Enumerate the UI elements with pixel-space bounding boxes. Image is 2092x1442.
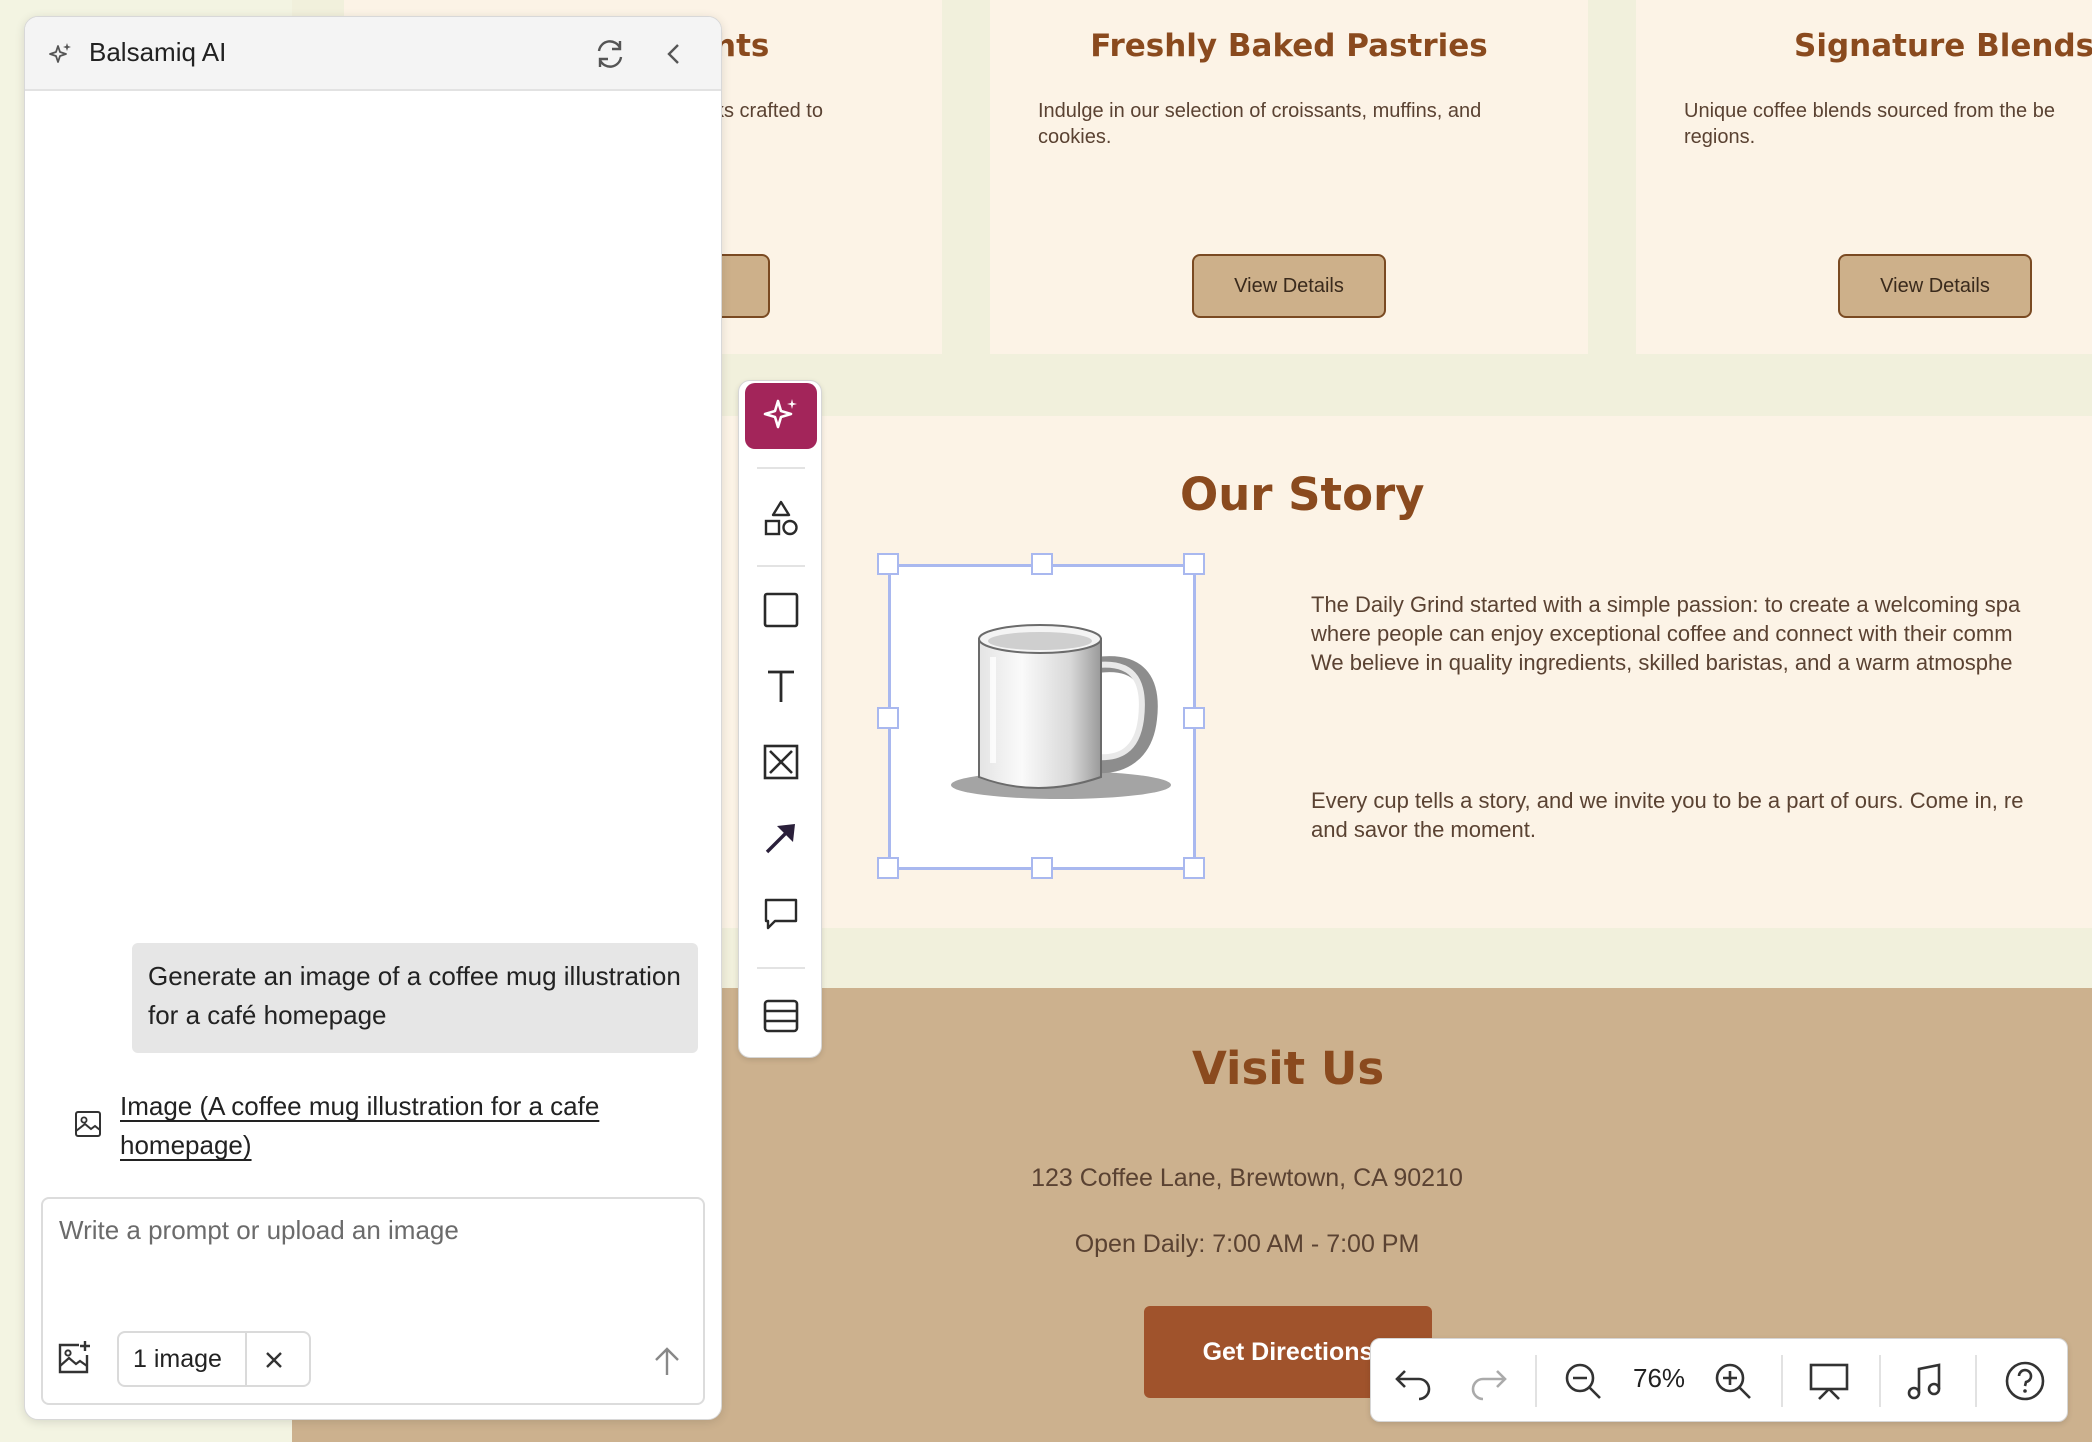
ai-panel-header: Balsamiq AI <box>25 17 721 91</box>
upload-image-button[interactable] <box>55 1339 93 1377</box>
collapse-panel-button[interactable] <box>657 37 691 71</box>
presentation-button[interactable] <box>1805 1357 1853 1405</box>
resize-handle-right[interactable] <box>1183 707 1205 729</box>
resize-handle-top-right[interactable] <box>1183 553 1205 575</box>
toolbar-divider <box>757 967 805 969</box>
redo-icon <box>1471 1370 1507 1401</box>
toolbar-divider <box>1975 1355 1977 1407</box>
toolbar-divider <box>757 467 805 469</box>
send-arrow-icon <box>655 1347 679 1375</box>
zoom-in-button[interactable] <box>1709 1357 1757 1405</box>
zoom-in-icon <box>1715 1363 1751 1399</box>
sparkle-icon <box>763 399 797 429</box>
balsamiq-ai-panel: Balsamiq AI Generate an image of a coffe… <box>24 16 722 1420</box>
card-title: Freshly Baked Pastries <box>1090 28 1488 64</box>
feature-card-3[interactable]: Signature Blends Unique coffee blends so… <box>1636 0 2092 354</box>
story-paragraph-1-line-3: We believe in quality ingredients, skill… <box>1311 650 2013 675</box>
card-description: Unique coffee blends sourced from the be… <box>1684 100 2055 148</box>
story-paragraph-1-line-2: where people can enjoy exceptional coffe… <box>1311 621 2013 646</box>
prompt-placeholder: Write a prompt or upload an image <box>59 1215 459 1245</box>
zoom-out-icon <box>1565 1363 1601 1399</box>
rectangle-tool-button[interactable] <box>745 577 817 643</box>
sparkle-icon <box>49 43 71 63</box>
text-icon <box>768 670 794 702</box>
text-tool-button[interactable] <box>745 653 817 719</box>
add-image-icon <box>58 1341 90 1374</box>
story-paragraph-2-line-2: and savor the moment. <box>1311 817 1537 842</box>
arrow-tool-button[interactable] <box>745 805 817 871</box>
chevron-left-icon <box>667 44 679 64</box>
send-button[interactable] <box>647 1341 687 1381</box>
resize-handle-top[interactable] <box>1031 553 1053 575</box>
attachment-count: 1 image <box>133 1345 222 1373</box>
toolbar-divider <box>757 565 805 567</box>
help-button[interactable] <box>2001 1357 2049 1405</box>
resize-handle-top-left[interactable] <box>877 553 899 575</box>
prompt-input[interactable]: Write a prompt or upload an image 1 imag… <box>41 1197 705 1405</box>
resize-handle-bottom-right[interactable] <box>1183 857 1205 879</box>
generated-image-link[interactable]: Image (A coffee mug illustration for a c… <box>120 1087 620 1165</box>
table-icon <box>763 999 799 1033</box>
resize-handle-bottom[interactable] <box>1031 857 1053 879</box>
bottom-toolbar: 76% <box>1370 1338 2068 1422</box>
card-title: Signature Blends <box>1794 28 2092 64</box>
resize-handle-bottom-left[interactable] <box>877 857 899 879</box>
image-placeholder-icon <box>763 744 799 780</box>
close-icon <box>266 1352 282 1368</box>
music-icon <box>1907 1363 1941 1400</box>
resize-handle-left[interactable] <box>877 707 899 729</box>
comment-icon <box>764 898 798 930</box>
story-paragraph-2-line-1: Every cup tells a story, and we invite y… <box>1311 788 2024 813</box>
image-icon <box>75 1111 101 1137</box>
music-button[interactable] <box>1901 1357 1949 1405</box>
coffee-mug-image[interactable] <box>877 553 1205 879</box>
shapes-tool-button[interactable] <box>745 485 817 551</box>
table-tool-button[interactable] <box>745 983 817 1049</box>
regenerate-button[interactable] <box>591 35 629 73</box>
card-description: ks crafted to <box>714 100 823 122</box>
user-message-bubble: Generate an image of a coffee mug illust… <box>132 943 698 1053</box>
refresh-icon <box>597 40 623 68</box>
shapes-icon <box>764 500 798 536</box>
help-icon <box>2005 1361 2045 1401</box>
arrow-icon <box>765 824 795 854</box>
comment-tool-button[interactable] <box>745 881 817 947</box>
presentation-icon <box>1809 1363 1849 1400</box>
feature-card-2[interactable]: Freshly Baked Pastries Indulge in our se… <box>990 0 1588 354</box>
undo-icon <box>1395 1370 1431 1401</box>
story-paragraph-1-line-1: The Daily Grind started with a simple pa… <box>1311 592 2021 617</box>
ai-tool-button[interactable] <box>745 383 817 449</box>
zoom-out-button[interactable] <box>1559 1357 1607 1405</box>
redo-button[interactable] <box>1465 1357 1513 1405</box>
toolbar-divider <box>1781 1355 1783 1407</box>
remove-attachment-button[interactable] <box>257 1343 291 1377</box>
chip-divider <box>245 1333 247 1385</box>
ai-panel-title: Balsamiq AI <box>89 37 227 67</box>
section-title: Visit Us <box>1192 1042 1385 1095</box>
coffee-mug-illustration <box>951 624 1171 799</box>
tool-palette <box>738 380 822 1058</box>
zoom-level[interactable]: 76% <box>1633 1363 1685 1394</box>
attachment-chip: 1 image <box>117 1331 311 1387</box>
view-details-button[interactable]: View Details <box>1838 254 2032 318</box>
rectangle-icon <box>763 592 799 628</box>
section-title: Our Story <box>1180 468 1425 521</box>
toolbar-divider <box>1879 1355 1881 1407</box>
undo-button[interactable] <box>1389 1357 1437 1405</box>
view-details-button[interactable]: View Details <box>1192 254 1386 318</box>
toolbar-divider <box>1535 1355 1537 1407</box>
generated-image-link-text[interactable]: Image (A coffee mug illustration for a c… <box>120 1091 599 1160</box>
image-placeholder-tool-button[interactable] <box>745 729 817 795</box>
card-description: Indulge in our selection of croissants, … <box>1038 100 1482 148</box>
